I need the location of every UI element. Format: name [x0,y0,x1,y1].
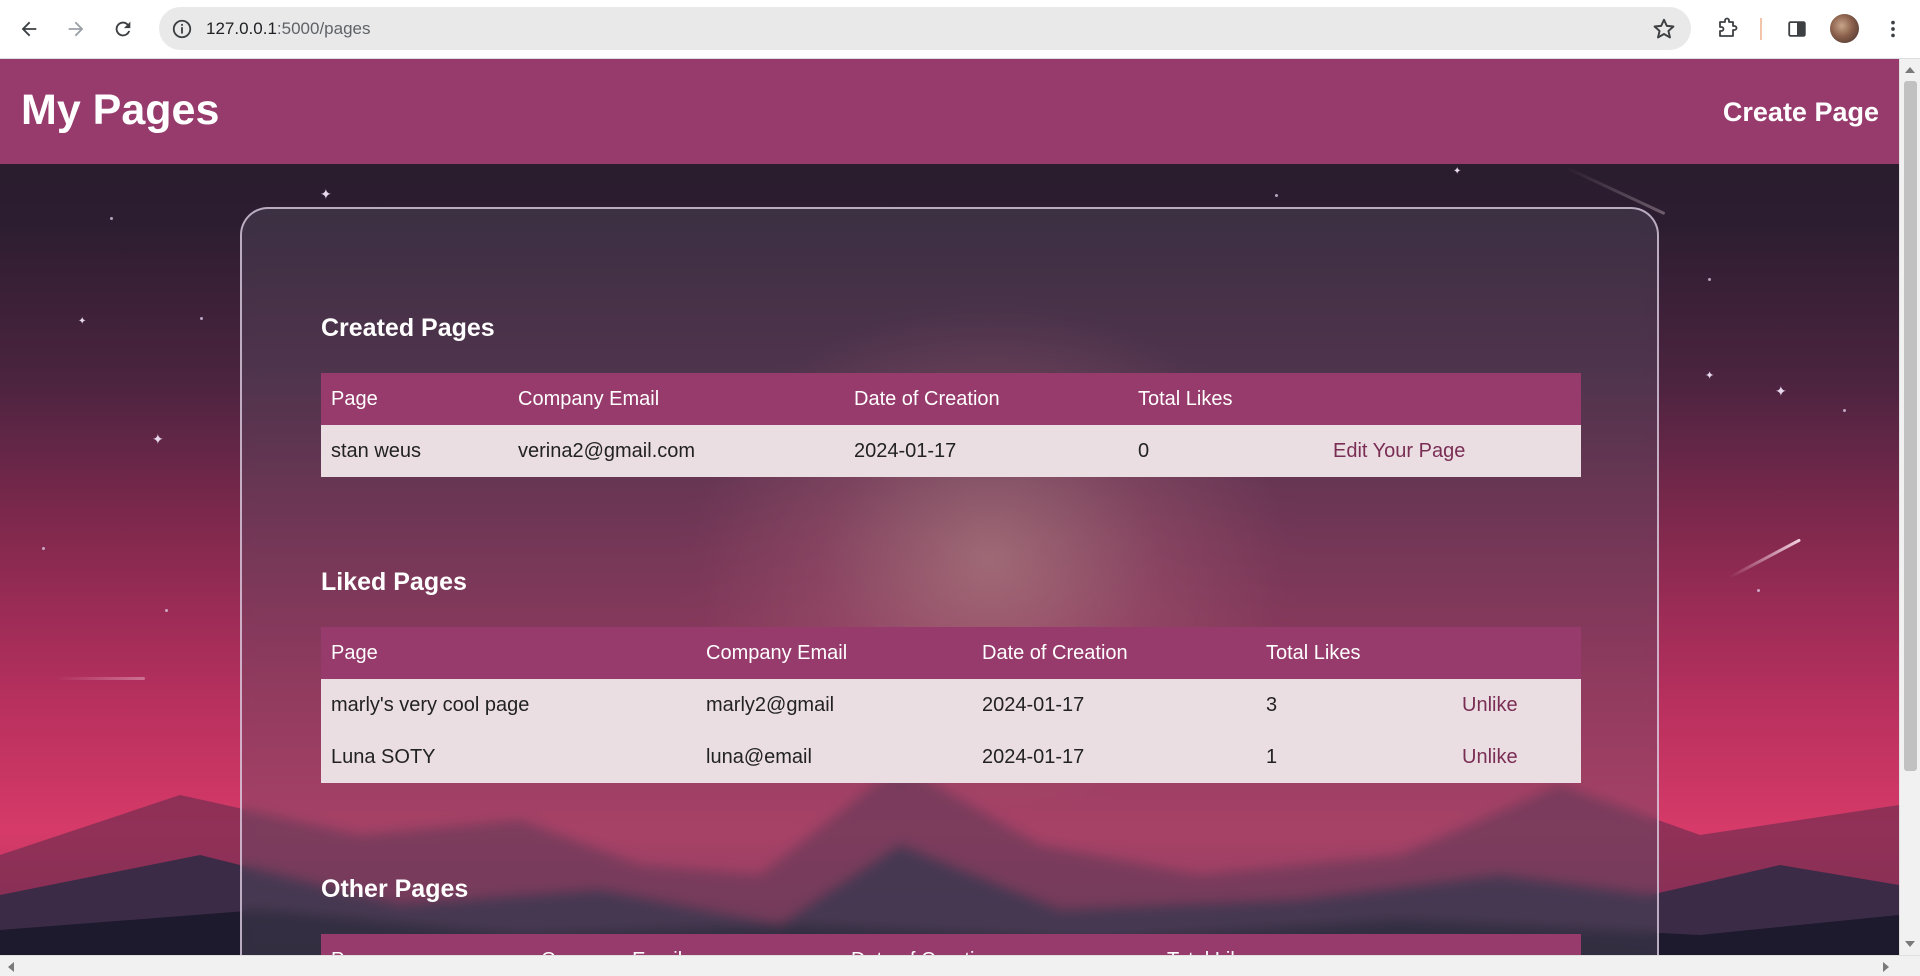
column-header: Page [321,934,531,955]
sparkle-icon: ✦ [1453,166,1462,177]
reload-button[interactable] [104,10,142,48]
browser-toolbar: 127.0.0.1:5000/pages [0,0,1920,59]
column-header: Date of Creation [841,934,1157,955]
column-header [1357,934,1581,955]
address-bar[interactable]: 127.0.0.1:5000/pages [159,7,1691,50]
action-cell: Unlike [1452,731,1581,783]
liked-pages-heading: Liked Pages [321,568,467,596]
likes-cell: 3 [1256,679,1452,731]
star-dot [1275,194,1278,197]
column-header [1323,373,1581,425]
page-title: My Pages [21,86,220,134]
create-page-link[interactable]: Create Page [1723,97,1879,128]
column-header: Date of Creation [844,373,1128,425]
reload-icon [115,21,131,37]
extensions-button[interactable] [1709,10,1745,48]
page-name-cell: Luna SOTY [321,731,696,783]
page-viewport: ✦ ✦ ✦ ✦ ✦ ✦ My Pages Create Page Created… [0,59,1899,955]
sparkle-icon: ✦ [78,316,87,327]
email-cell: luna@email [696,731,972,783]
created-pages-table: Page Company Email Date of Creation Tota… [321,373,1581,477]
star-dot [1843,409,1846,412]
site-header: My Pages Create Page [0,59,1899,164]
back-icon [21,21,37,37]
back-button[interactable] [10,10,48,48]
toolbar-divider [1760,18,1762,40]
page-name-cell: marly's very cool page [321,679,696,731]
shooting-star [1728,538,1802,579]
column-header: Company Email [531,934,841,955]
sparkle-icon: ✦ [1705,370,1715,382]
sparkle-icon: ✦ [320,186,332,202]
email-cell: marly2@gmail [696,679,972,731]
table-row: marly's very cool page marly2@gmail 2024… [321,679,1581,731]
scroll-down-arrow[interactable] [1905,941,1915,947]
edit-page-link[interactable]: Edit Your Page [1333,440,1465,462]
likes-cell: 1 [1256,731,1452,783]
table-row: Luna SOTY luna@email 2024-01-17 1 Unlike [321,731,1581,783]
column-header: Company Email [696,627,972,679]
star-icon[interactable] [1651,16,1677,42]
date-cell: 2024-01-17 [844,425,1128,477]
sparkle-icon: ✦ [152,431,164,447]
column-header: Company Email [508,373,844,425]
table-header-row: Page Company Email Date of Creation Tota… [321,627,1581,679]
liked-pages-table: Page Company Email Date of Creation Tota… [321,627,1581,783]
forward-button[interactable] [57,10,95,48]
unlike-button[interactable]: Unlike [1462,746,1518,768]
column-header: Page [321,627,696,679]
date-cell: 2024-01-17 [972,731,1256,783]
column-header: Total Likes [1157,934,1357,955]
url-host: 127.0.0.1 [206,19,277,38]
column-header: Total Likes [1128,373,1323,425]
scrollbar-thumb[interactable] [1904,81,1917,771]
created-pages-heading: Created Pages [321,314,495,342]
url-path: :5000/pages [276,19,371,38]
email-cell: verina2@gmail.com [508,425,844,477]
column-header: Page [321,373,508,425]
info-icon[interactable] [169,16,194,41]
shooting-star [55,677,145,680]
star-dot [42,547,45,550]
extensions-icon [1719,17,1738,37]
star-dot [1708,278,1711,281]
star-dot [1757,589,1760,592]
page-name-cell: stan weus [321,425,508,477]
likes-cell: 0 [1128,425,1323,477]
column-header: Total Likes [1256,627,1452,679]
star-dot [200,317,203,320]
more-icon [1891,20,1895,38]
star-dot [165,609,168,612]
table-header-row: Page Company Email Date of Creation Tota… [321,373,1581,425]
star-dot [110,217,113,220]
table-row: stan weus verina2@gmail.com 2024-01-17 0… [321,425,1581,477]
column-header [1452,627,1581,679]
action-cell: Edit Your Page [1323,425,1581,477]
side-panel-icon [1788,21,1806,37]
side-panel-button[interactable] [1779,10,1815,48]
column-header: Date of Creation [972,627,1256,679]
profile-avatar[interactable] [1830,14,1859,43]
other-pages-table: Page Company Email Date of Creation Tota… [321,934,1581,955]
scroll-up-arrow[interactable] [1905,67,1915,73]
vertical-scrollbar[interactable] [1899,59,1920,955]
menu-button[interactable] [1875,10,1911,48]
unlike-button[interactable]: Unlike [1462,694,1518,716]
sparkle-icon: ✦ [1775,383,1787,399]
scroll-left-arrow[interactable] [8,962,14,972]
date-cell: 2024-01-17 [972,679,1256,731]
pages-card: Created Pages Page Company Email Date of… [240,207,1659,955]
scroll-right-arrow[interactable] [1883,962,1889,972]
table-header-row: Page Company Email Date of Creation Tota… [321,934,1581,955]
horizontal-scrollbar[interactable] [0,955,1920,976]
forward-icon [68,21,84,37]
url-text[interactable]: 127.0.0.1:5000/pages [206,19,371,39]
action-cell: Unlike [1452,679,1581,731]
other-pages-heading: Other Pages [321,875,469,903]
